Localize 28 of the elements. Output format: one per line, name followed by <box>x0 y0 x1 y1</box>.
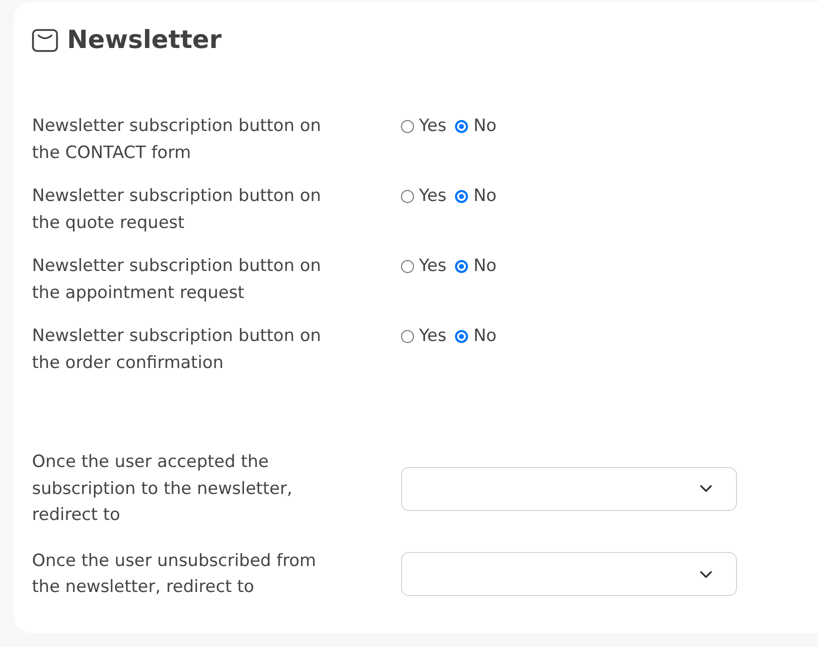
field-label: Newsletter subscription button on the quote request <box>32 185 322 234</box>
select-field[interactable] <box>401 466 737 511</box>
radio-button[interactable] <box>455 120 468 132</box>
field-label: Newsletter subscription button on the appointment request <box>32 255 322 304</box>
field-label: Newsletter subscription button on the CONTACT form <box>32 115 322 164</box>
radio-label[interactable]: Yes <box>419 323 446 349</box>
radio-button[interactable] <box>455 190 468 202</box>
envelope-icon <box>32 28 58 52</box>
field-label: Once the user accepted the subscription to the newsletter, redirect to <box>32 451 294 527</box>
radio-button[interactable] <box>401 260 414 272</box>
radio-label[interactable]: No <box>473 113 497 139</box>
radio-button[interactable] <box>455 330 468 342</box>
radio-button[interactable] <box>455 260 468 272</box>
radio-label[interactable]: No <box>473 183 497 209</box>
field-label: Newsletter subscription button on the order confirmation <box>32 325 322 374</box>
radio-label[interactable]: Yes <box>419 113 446 139</box>
select-field[interactable] <box>401 552 737 596</box>
radio-label[interactable]: No <box>473 253 497 279</box>
radio-button[interactable] <box>401 120 414 132</box>
radio-button[interactable] <box>401 330 414 342</box>
radio-label[interactable]: No <box>473 323 497 349</box>
radio-button[interactable] <box>401 190 414 202</box>
radio-label[interactable]: Yes <box>419 253 446 279</box>
field-label: Once the user unsubscribed from the newsletter, redirect to <box>32 550 318 599</box>
chevron-down-icon <box>700 485 712 492</box>
chevron-down-icon <box>700 570 712 578</box>
section-title: Newsletter <box>67 24 222 56</box>
radio-label[interactable]: Yes <box>419 183 446 209</box>
